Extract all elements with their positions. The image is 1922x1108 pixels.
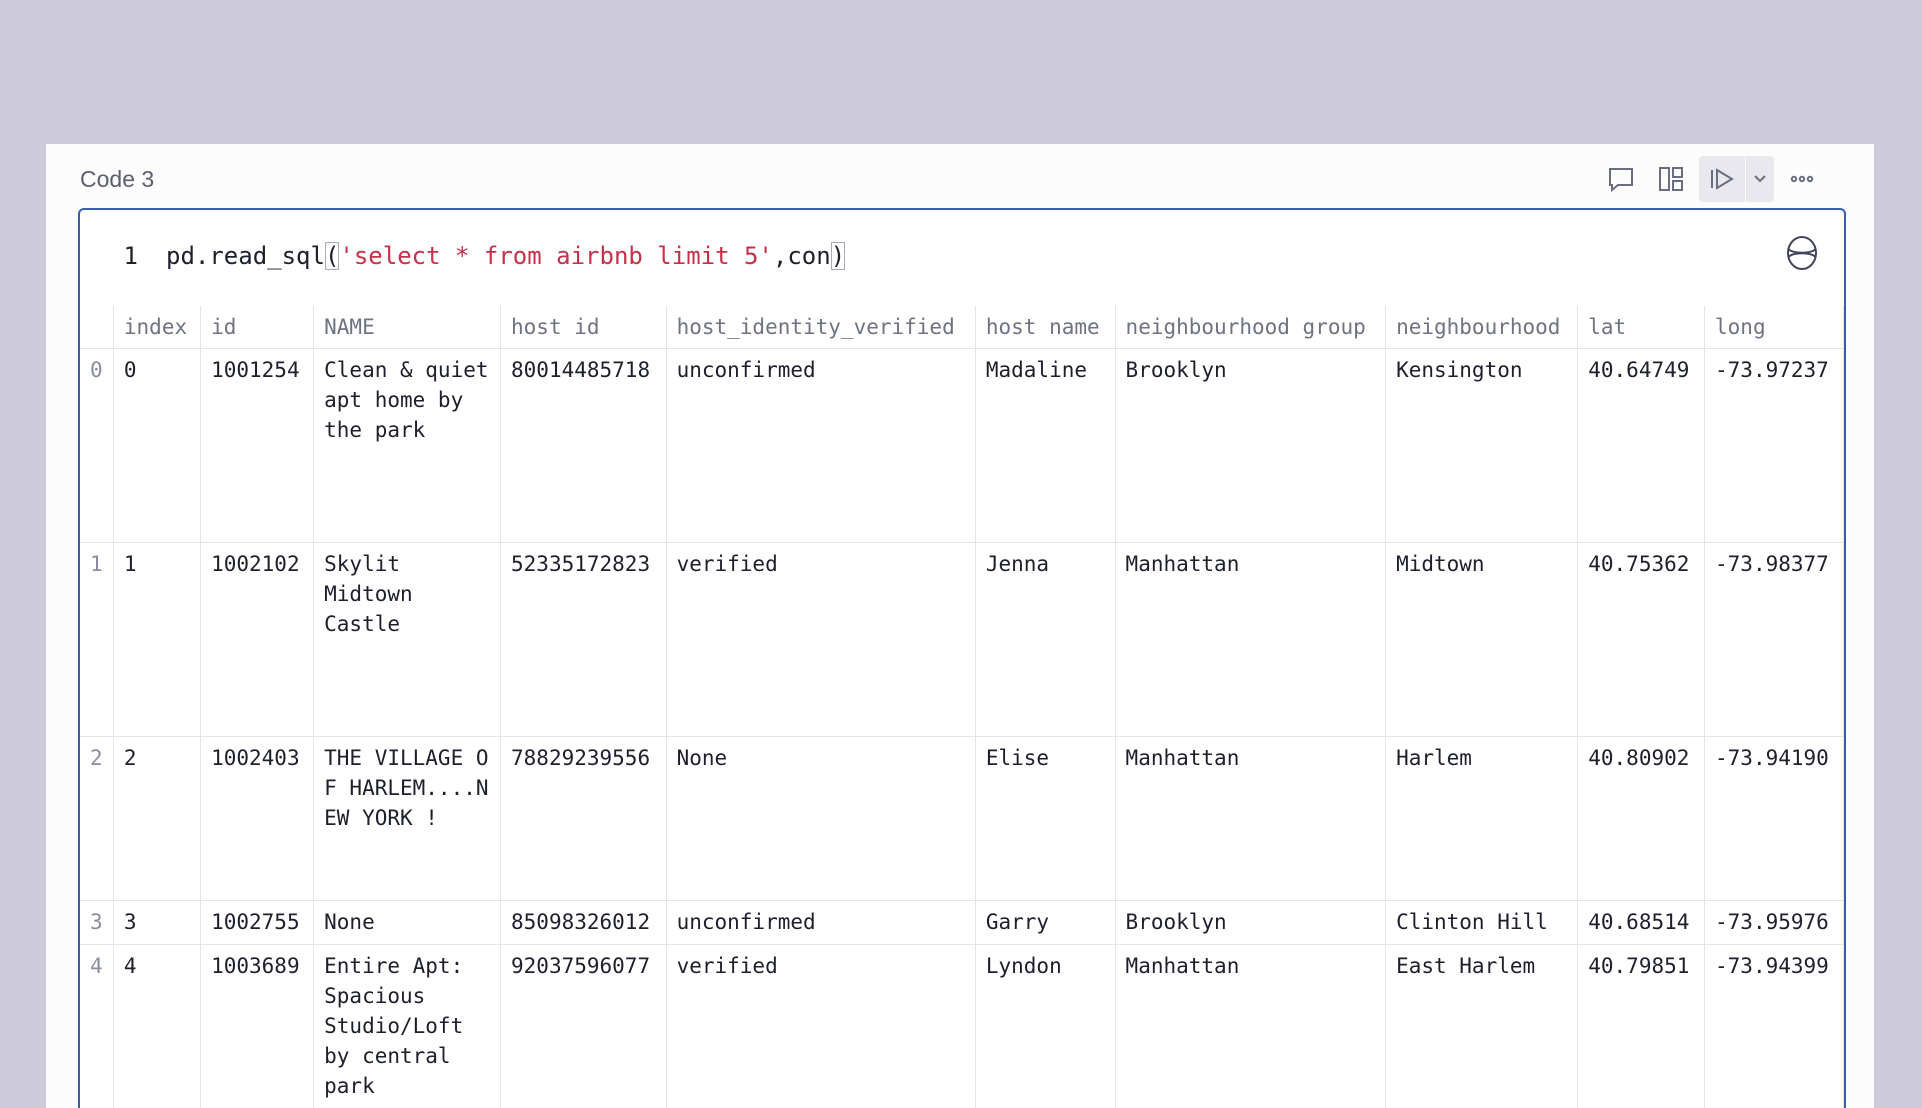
table-cell: Manhattan [1115,542,1387,737]
table-cell: unconfirmed [666,900,976,945]
table-cell: 80014485718 [500,348,667,543]
table-cell: Kensington [1385,348,1579,543]
code-args: ,con [772,242,831,270]
table-cell: 78829239556 [500,736,667,901]
table-cell: 40.68514 [1577,900,1706,945]
row-number: 3 [80,900,114,945]
table-cell: 1 [113,542,202,737]
table-cell: 0 [113,348,202,543]
column-header[interactable]: NAME [313,306,502,349]
row-number: 0 [80,348,114,543]
row-number: 2 [80,736,114,901]
code-string: 'select * from airbnb limit 5' [339,242,773,270]
table-row: 1 1 1002102 Skylit Midtown Castle 523351… [80,542,1844,737]
table-cell: THE VILLAGE OF HARLEM....NEW YORK ! [313,736,502,901]
table-cell: Brooklyn [1115,900,1387,945]
column-header[interactable]: neighbourhood [1385,306,1579,349]
column-header[interactable]: host name [975,306,1116,349]
table-row: 0 0 1001254 Clean & quiet apt home by th… [80,348,1844,543]
table-cell: 3 [113,900,202,945]
table-cell: Harlem [1385,736,1579,901]
column-header[interactable]: long [1704,306,1844,349]
code-text[interactable]: pd.read_sql('select * from airbnb limit … [166,242,846,270]
comment-icon[interactable] [1599,157,1643,201]
column-header[interactable]: id [200,306,315,349]
layout-icon[interactable] [1649,157,1693,201]
table-cell: -73.94399 [1704,944,1844,1108]
table-cell: 4 [113,944,202,1108]
column-header[interactable]: neighbourhood group [1115,306,1387,349]
code-line[interactable]: 1 pd.read_sql('select * from airbnb limi… [80,236,846,276]
notebook-cell: Code 3 1 pd.read_sql('select * from airb… [46,144,1874,1108]
code-function: pd.read_sql [166,242,325,270]
table-cell: Manhattan [1115,736,1387,901]
cell-title: Code 3 [80,166,155,192]
dataframe-table: index id NAME host id host_identity_veri… [80,306,1844,1108]
table-cell: Elise [975,736,1116,901]
table-cell: -73.98377 [1704,542,1844,737]
table-cell: 1001254 [200,348,315,543]
table-cell: Brooklyn [1115,348,1387,543]
table-cell: Madaline [975,348,1116,543]
table-cell: Jenna [975,542,1116,737]
table-cell: 40.75362 [1577,542,1706,737]
row-number: 4 [80,944,114,1108]
table-cell: 1002102 [200,542,315,737]
column-header[interactable]: index [113,306,202,349]
line-number: 1 [123,242,138,270]
table-cell: 85098326012 [500,900,667,945]
table-cell: Midtown [1385,542,1579,737]
table-cell: 92037596077 [500,944,667,1108]
table-cell: 1003689 [200,944,315,1108]
row-number: 1 [80,542,114,737]
table-cell: Clinton Hill [1385,900,1579,945]
table-cell: -73.97237 [1704,348,1844,543]
column-header[interactable]: host_identity_verified [666,306,976,349]
table-cell: Clean & quiet apt home by the park [313,348,502,543]
database-icon[interactable] [1784,234,1820,272]
table-cell: verified [666,542,976,737]
code-close-paren: ) [830,242,846,270]
table-cell: Entire Apt: Spacious Studio/Loft by cent… [313,944,502,1108]
run-button-group [1699,156,1774,202]
table-cell: -73.94190 [1704,736,1844,901]
table-row: 2 2 1002403 THE VILLAGE OF HARLEM....NEW… [80,736,1844,901]
table-cell: 1002755 [200,900,315,945]
table-cell: Manhattan [1115,944,1387,1108]
table-cell: East Harlem [1385,944,1579,1108]
code-editor[interactable]: 1 pd.read_sql('select * from airbnb limi… [78,208,1846,1108]
column-header[interactable]: lat [1577,306,1706,349]
more-icon[interactable] [1780,157,1824,201]
table-row: 4 4 1003689 Entire Apt: Spacious Studio/… [80,944,1844,1108]
table-cell: Skylit Midtown Castle [313,542,502,737]
column-header[interactable]: host id [500,306,667,349]
code-open-paren: ( [324,242,340,270]
table-header-row: index id NAME host id host_identity_veri… [80,306,1844,349]
table-cell: 52335172823 [500,542,667,737]
cell-toolbar [1599,156,1824,202]
table-cell: None [666,736,976,901]
run-icon[interactable] [1699,157,1745,201]
table-cell: 1002403 [200,736,315,901]
table-cell: 40.79851 [1577,944,1706,1108]
table-cell: verified [666,944,976,1108]
chevron-down-icon[interactable] [1746,156,1774,202]
table-cell: 2 [113,736,202,901]
table-cell: Lyndon [975,944,1116,1108]
table-row: 3 3 1002755 None 85098326012 unconfirmed… [80,900,1844,945]
table-cell: unconfirmed [666,348,976,543]
column-header [80,306,114,349]
table-cell: Garry [975,900,1116,945]
table-cell: None [313,900,502,945]
table-cell: -73.95976 [1704,900,1844,945]
table-cell: 40.80902 [1577,736,1706,901]
table-cell: 40.64749 [1577,348,1706,543]
